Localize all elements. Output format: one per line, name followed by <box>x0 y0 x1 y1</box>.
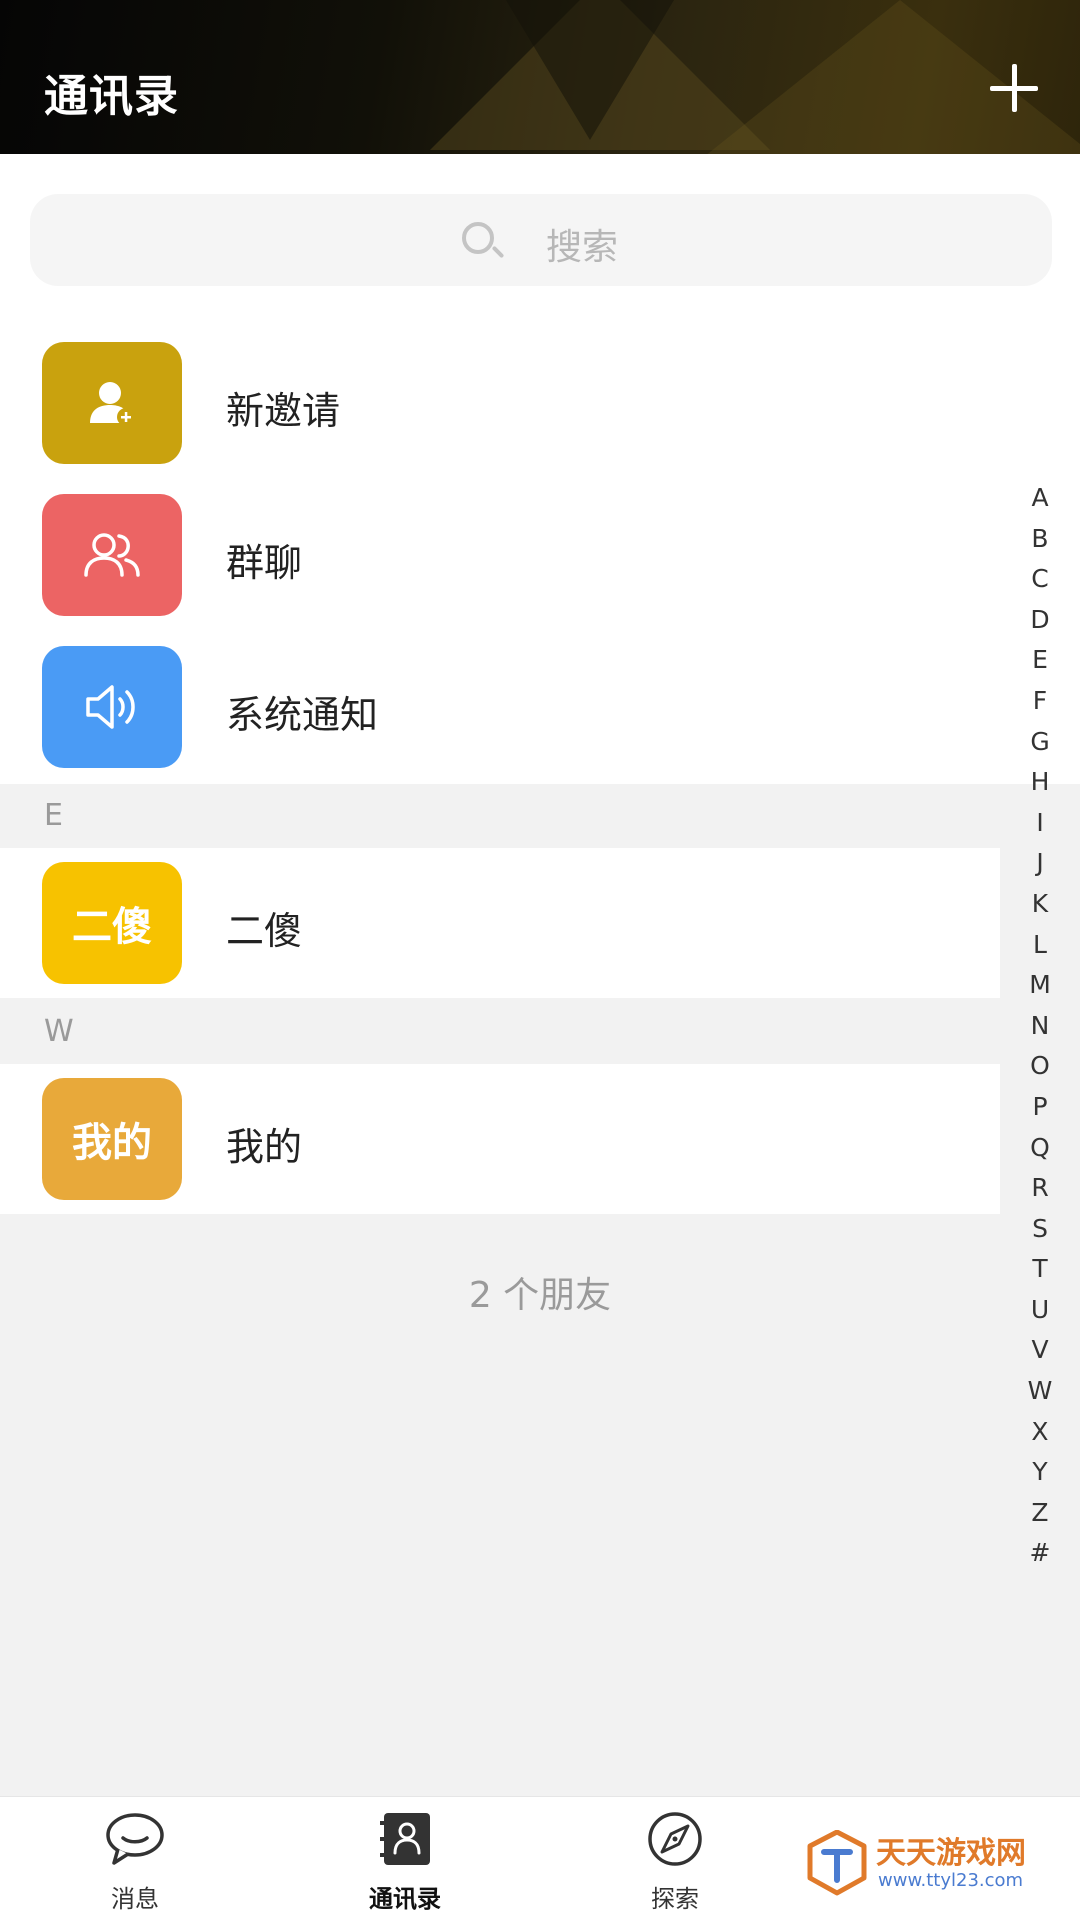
alphabet-index-letter[interactable]: N <box>1016 1006 1064 1047</box>
alphabet-index-letter[interactable]: K <box>1016 884 1064 925</box>
alphabet-index-letter[interactable]: R <box>1016 1168 1064 1209</box>
section-letter: W <box>44 1014 74 1049</box>
nav-label: 消息 <box>111 1885 159 1913</box>
alphabet-index-letter[interactable]: Z <box>1016 1493 1064 1534</box>
alphabet-index-letter[interactable]: # <box>1016 1533 1064 1574</box>
page-title: 通讯录 <box>44 71 179 122</box>
alphabet-index-letter[interactable]: H <box>1016 762 1064 803</box>
watermark-url: www.ttyl23.com <box>878 1870 1024 1891</box>
compass-icon <box>644 1811 706 1867</box>
list-item-label: 群聊 <box>226 541 303 585</box>
watermark-text: 天天游戏网 <box>876 1836 1026 1871</box>
list-item-label: 新邀请 <box>226 389 341 433</box>
list-item-system-notice[interactable]: 系统通知 <box>0 632 1000 782</box>
alphabet-index-letter[interactable]: G <box>1016 722 1064 763</box>
header-bar: 通讯录 <box>0 0 1080 154</box>
avatar: 二傻 <box>42 862 182 984</box>
add-user-icon <box>42 342 182 464</box>
alphabet-index-letter[interactable]: C <box>1016 559 1064 600</box>
alphabet-index-letter[interactable]: M <box>1016 965 1064 1006</box>
nav-label: 通讯录 <box>369 1885 441 1913</box>
section-header: E <box>0 784 1080 848</box>
alphabet-index-letter[interactable]: Y <box>1016 1452 1064 1493</box>
add-button[interactable] <box>990 64 1038 112</box>
avatar: 我的 <box>42 1078 182 1200</box>
nav-tab-discover[interactable]: 探索 <box>600 1811 750 1920</box>
alphabet-index-letter[interactable]: A <box>1016 478 1064 519</box>
contact-row[interactable]: 二傻 二傻 <box>0 848 1000 998</box>
alphabet-index[interactable]: A B C D E F G H I J K L M N O P Q R S T U V W X Y Z # <box>1016 478 1064 1574</box>
alphabet-index-letter[interactable]: S <box>1016 1209 1064 1250</box>
alphabet-index-letter[interactable]: O <box>1016 1046 1064 1087</box>
list-item-group-chat[interactable]: 群聊 <box>0 480 1000 630</box>
section-letter: E <box>44 798 63 833</box>
chat-bubble-icon <box>104 1811 166 1867</box>
search-input[interactable] <box>30 194 1052 286</box>
watermark: 天天游戏网 www.ttyl23.com <box>806 1824 1076 1904</box>
alphabet-index-letter[interactable]: F <box>1016 681 1064 722</box>
alphabet-index-letter[interactable]: U <box>1016 1290 1064 1331</box>
search-icon <box>460 220 505 264</box>
nav-tab-contacts[interactable]: 通讯录 <box>330 1811 480 1920</box>
watermark-logo-icon <box>807 1830 867 1896</box>
alphabet-index-letter[interactable]: Q <box>1016 1128 1064 1169</box>
alphabet-index-letter[interactable]: J <box>1016 843 1064 884</box>
contact-name: 我的 <box>226 1125 303 1169</box>
nav-tab-messages[interactable]: 消息 <box>60 1811 210 1920</box>
search-placeholder: 搜索 <box>546 227 619 268</box>
group-icon <box>42 494 182 616</box>
alphabet-index-letter[interactable]: T <box>1016 1249 1064 1290</box>
alphabet-index-letter[interactable]: I <box>1016 803 1064 844</box>
nav-label: 探索 <box>651 1885 699 1913</box>
alphabet-index-letter[interactable]: B <box>1016 519 1064 560</box>
header-decoration <box>500 0 680 140</box>
alphabet-index-letter[interactable]: V <box>1016 1330 1064 1371</box>
alphabet-index-letter[interactable]: D <box>1016 600 1064 641</box>
friend-count: 2 个朋友 <box>468 1275 612 1316</box>
alphabet-index-letter[interactable]: L <box>1016 925 1064 966</box>
alphabet-index-letter[interactable]: W <box>1016 1371 1064 1412</box>
alphabet-index-letter[interactable]: E <box>1016 640 1064 681</box>
contacts-icon <box>374 1811 436 1867</box>
alphabet-index-letter[interactable]: P <box>1016 1087 1064 1128</box>
speaker-icon <box>42 646 182 768</box>
contact-name: 二傻 <box>226 909 303 953</box>
contact-row[interactable]: 我的 我的 <box>0 1064 1000 1214</box>
section-header: W <box>0 1000 1080 1064</box>
alphabet-index-letter[interactable]: X <box>1016 1412 1064 1453</box>
list-item-new-invites[interactable]: 新邀请 <box>0 328 1000 478</box>
list-item-label: 系统通知 <box>226 693 379 737</box>
